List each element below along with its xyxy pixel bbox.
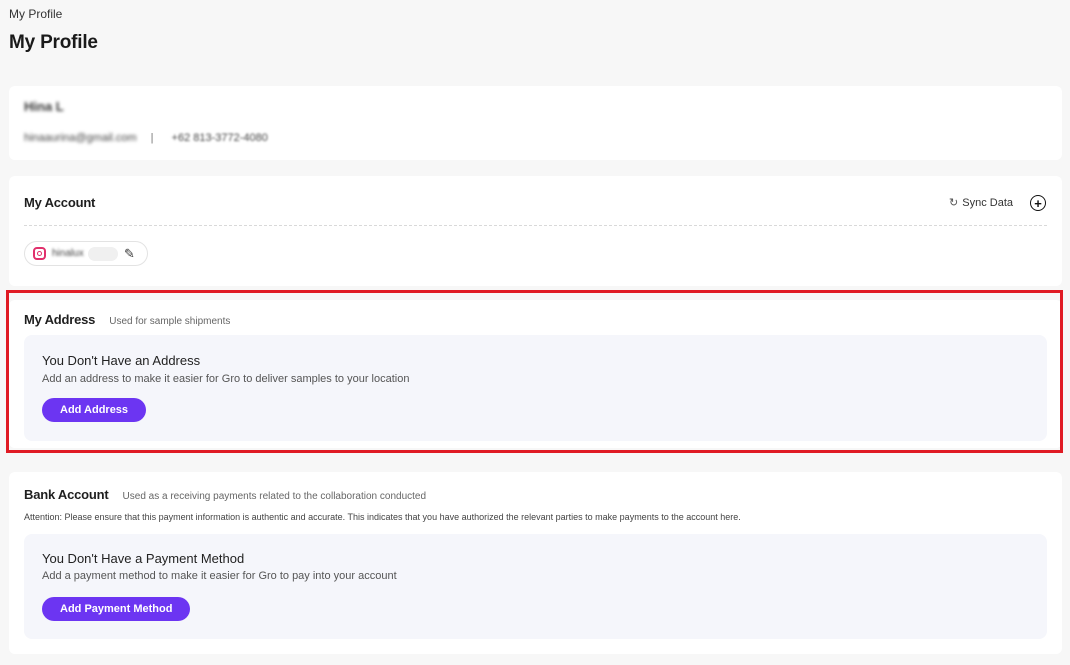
account-chip-instagram[interactable]: hinalux ✎ bbox=[24, 241, 148, 266]
address-empty-desc: Add an address to make it easier for Gro… bbox=[42, 373, 410, 385]
add-address-button[interactable]: Add Address bbox=[42, 398, 147, 422]
bank-hint: Used as a receiving payments related to … bbox=[122, 491, 427, 502]
payment-attention-note: Attention: Please ensure that this payme… bbox=[24, 512, 741, 522]
breadcrumb[interactable]: My Profile bbox=[9, 7, 62, 21]
profile-name: Hina L bbox=[24, 99, 64, 114]
instagram-icon bbox=[33, 247, 46, 260]
payment-empty-desc: Add a payment method to make it easier f… bbox=[42, 570, 397, 582]
address-empty-title: You Don't Have an Address bbox=[42, 353, 201, 368]
contact-separator: | bbox=[150, 132, 154, 144]
address-empty-state: You Don't Have an Address Add an address… bbox=[24, 335, 1047, 441]
account-handle: hinalux bbox=[52, 248, 84, 259]
divider bbox=[24, 225, 1047, 226]
address-card: My Address Used for sample shipments You … bbox=[9, 300, 1062, 448]
page-title: My Profile bbox=[9, 32, 98, 53]
bank-section-title: Bank Account Used as a receiving payments… bbox=[24, 487, 426, 502]
profile-contact: hinaaurina@gmail.com | +62 813-3772-4080 bbox=[24, 132, 268, 144]
address-title: My Address bbox=[24, 312, 96, 327]
add-account-icon[interactable]: + bbox=[1030, 195, 1046, 211]
profile-email: hinaaurina@gmail.com bbox=[24, 132, 137, 144]
sync-icon: ↻ bbox=[949, 197, 959, 209]
account-section-title: My Account bbox=[24, 195, 96, 210]
payment-empty-title: You Don't Have a Payment Method bbox=[42, 551, 245, 566]
bank-account-card: Bank Account Used as a receiving payments… bbox=[9, 472, 1062, 654]
profile-phone: +62 813-3772-4080 bbox=[171, 132, 268, 144]
sync-data-button[interactable]: ↻ Sync Data bbox=[949, 196, 1013, 210]
add-payment-method-button[interactable]: Add Payment Method bbox=[42, 597, 191, 621]
edit-icon[interactable]: ✎ bbox=[124, 246, 135, 262]
address-section-title: My Address Used for sample shipments bbox=[24, 312, 230, 327]
sync-data-label: Sync Data bbox=[962, 196, 1013, 209]
profile-card: Hina L hinaaurina@gmail.com | +62 813-37… bbox=[9, 86, 1062, 160]
bank-title: Bank Account bbox=[24, 487, 109, 502]
account-card: My Account ↻ Sync Data + hinalux ✎ bbox=[9, 176, 1062, 286]
payment-empty-state: You Don't Have a Payment Method Add a pa… bbox=[24, 534, 1047, 639]
address-hint: Used for sample shipments bbox=[109, 316, 231, 327]
account-handle-mask bbox=[88, 246, 118, 261]
